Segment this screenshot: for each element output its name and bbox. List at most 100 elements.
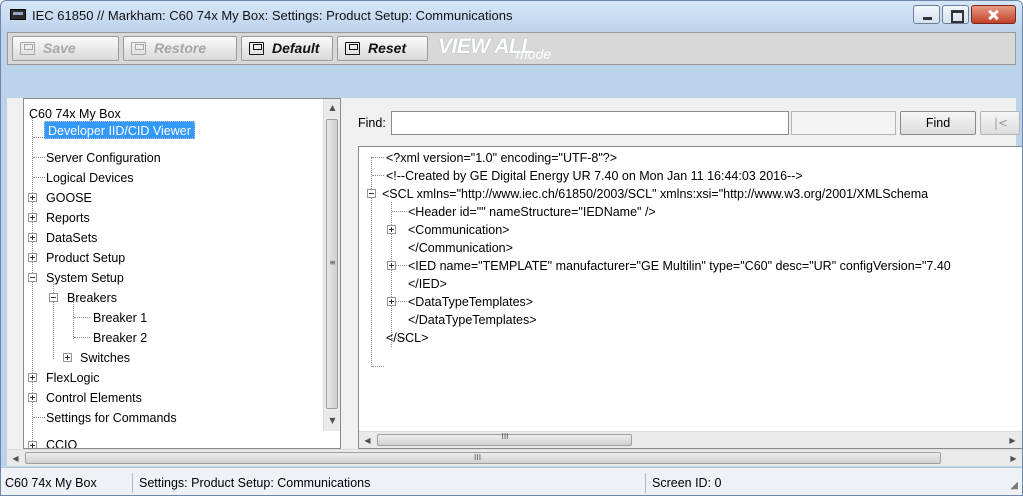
close-button[interactable] bbox=[971, 5, 1016, 24]
scroll-grip-icon: III bbox=[501, 432, 509, 441]
xml-line: </Communication> bbox=[408, 241, 513, 255]
tree-line bbox=[74, 337, 90, 338]
reset-button[interactable]: Reset bbox=[337, 36, 428, 61]
tree-item-system-setup[interactable]: System Setup bbox=[46, 269, 124, 287]
tree-item-settings-for-commands[interactable]: Settings for Commands bbox=[46, 409, 177, 427]
title-bar[interactable]: IEC 61850 // Markham: C60 74x My Box: Se… bbox=[1, 1, 1022, 32]
toolbar: Save Restore Default Reset VIEW ALL mode bbox=[7, 32, 1016, 65]
collapse-system-setup-icon[interactable] bbox=[28, 273, 37, 282]
status-device: C60 74x My Box bbox=[5, 473, 133, 493]
tree-item-control-elements[interactable]: Control Elements bbox=[46, 389, 142, 407]
scroll-grip-icon: III bbox=[474, 453, 482, 462]
xml-line: <Communication> bbox=[408, 223, 510, 237]
xml-line: </IED> bbox=[408, 277, 447, 291]
window-title: IEC 61850 // Markham: C60 74x My Box: Se… bbox=[32, 8, 513, 23]
xml-line: <SCL xmlns="http://www.iec.ch/61850/2003… bbox=[382, 187, 929, 201]
restore-label: Restore bbox=[154, 40, 207, 56]
xml-tree-line bbox=[372, 175, 384, 176]
xml-line: <?xml version="1.0" encoding="UTF-8"?> bbox=[386, 151, 618, 165]
tree-item-breakers[interactable]: Breakers bbox=[67, 289, 117, 307]
save-icon bbox=[20, 42, 35, 55]
expand-goose-icon[interactable] bbox=[28, 193, 37, 202]
xml-line: </SCL> bbox=[386, 331, 429, 345]
tree-line bbox=[53, 279, 54, 359]
expand-switches-icon[interactable] bbox=[63, 353, 72, 362]
find-first-label: |< bbox=[994, 116, 1009, 130]
minimize-button[interactable] bbox=[913, 5, 940, 24]
scroll-left-icon[interactable]: ◀ bbox=[7, 450, 24, 467]
find-button[interactable]: Find bbox=[900, 111, 976, 135]
view-all-mode-label: mode bbox=[516, 46, 552, 62]
tree-line bbox=[33, 417, 45, 418]
expand-communication-icon[interactable] bbox=[387, 225, 396, 234]
scroll-right-icon[interactable]: ▶ bbox=[1005, 450, 1022, 467]
find-first-button[interactable]: |< bbox=[980, 111, 1020, 135]
tree-item-flexlogic[interactable]: FlexLogic bbox=[46, 369, 100, 387]
tree-item-server-configuration[interactable]: Server Configuration bbox=[46, 149, 161, 167]
save-button[interactable]: Save bbox=[12, 36, 119, 61]
scroll-right-icon[interactable]: ▶ bbox=[1004, 432, 1021, 448]
tree-item-breaker-1[interactable]: Breaker 1 bbox=[93, 309, 147, 327]
tree-item-switches[interactable]: Switches bbox=[80, 349, 130, 367]
tree-item-ccio[interactable]: CCIO bbox=[46, 436, 77, 448]
xml-viewer[interactable]: <?xml version="1.0" encoding="UTF-8"?> <… bbox=[358, 146, 1022, 449]
maximize-button[interactable] bbox=[942, 5, 969, 24]
xml-tree-line bbox=[391, 202, 392, 347]
expand-flexlogic-icon[interactable] bbox=[28, 373, 37, 382]
tree-vertical-scrollbar[interactable]: ▲ ≡ ▼ bbox=[323, 99, 340, 431]
app-window: IEC 61850 // Markham: C60 74x My Box: Se… bbox=[0, 0, 1023, 496]
find-button-label: Find bbox=[925, 116, 951, 130]
window-scroll-thumb[interactable] bbox=[25, 452, 941, 464]
xml-tree-line bbox=[392, 211, 407, 212]
reset-label: Reset bbox=[368, 40, 407, 56]
tree-item-product-setup[interactable]: Product Setup bbox=[46, 249, 125, 267]
default-button[interactable]: Default bbox=[241, 36, 333, 61]
scroll-left-icon[interactable]: ◀ bbox=[359, 432, 376, 448]
xml-line: <DataTypeTemplates> bbox=[408, 295, 534, 309]
expand-control-elements-icon[interactable] bbox=[28, 393, 37, 402]
restore-icon bbox=[131, 42, 146, 55]
xml-line: <!--Created by GE Digital Energy UR 7.40… bbox=[386, 169, 803, 183]
status-bar: C60 74x My Box Settings: Product Setup: … bbox=[1, 467, 1022, 495]
xml-tree-line bbox=[372, 366, 384, 367]
resize-grip-icon[interactable]: ◢ bbox=[1010, 480, 1018, 491]
scroll-down-icon[interactable]: ▼ bbox=[324, 412, 340, 429]
find-label: Find: bbox=[358, 116, 386, 130]
xml-line: <Header id="" nameStructure="IEDName" /> bbox=[408, 205, 656, 219]
window-horizontal-scrollbar[interactable]: ◀ III ▶ bbox=[7, 449, 1022, 467]
find-secondary-field[interactable] bbox=[791, 111, 896, 135]
xml-horizontal-scrollbar[interactable]: ◀ III ▶ bbox=[359, 431, 1022, 448]
restore-button[interactable]: Restore bbox=[123, 36, 237, 61]
default-label: Default bbox=[272, 40, 320, 56]
expand-ccio-icon[interactable] bbox=[28, 441, 37, 448]
find-input[interactable] bbox=[391, 111, 789, 135]
tree-item-breaker-2[interactable]: Breaker 2 bbox=[93, 329, 147, 347]
collapse-scl-icon[interactable] bbox=[367, 189, 376, 198]
app-window-icon bbox=[10, 9, 26, 20]
settings-tree[interactable]: C60 74x My Box Developer IID/CID Viewer … bbox=[23, 98, 341, 449]
view-all-mode-indicator: VIEW ALL mode bbox=[438, 35, 551, 63]
tree-item-datasets[interactable]: DataSets bbox=[46, 229, 97, 247]
status-screen-id: Screen ID: 0 bbox=[652, 476, 722, 490]
status-path: Settings: Product Setup: Communications bbox=[139, 473, 646, 493]
xml-line: </DataTypeTemplates> bbox=[408, 313, 537, 327]
tree-line bbox=[74, 317, 90, 318]
expand-datasets-icon[interactable] bbox=[28, 233, 37, 242]
collapse-breakers-icon[interactable] bbox=[49, 293, 58, 302]
save-label: Save bbox=[43, 40, 76, 56]
default-icon bbox=[249, 42, 264, 55]
tree-line bbox=[33, 177, 45, 178]
caption-buttons bbox=[911, 5, 1016, 24]
expand-datatypetemplates-icon[interactable] bbox=[387, 297, 396, 306]
scroll-up-icon[interactable]: ▲ bbox=[324, 99, 340, 116]
reset-icon bbox=[345, 42, 360, 55]
tree-item-reports[interactable]: Reports bbox=[46, 209, 90, 227]
tree-item-logical-devices[interactable]: Logical Devices bbox=[46, 169, 134, 187]
tree-line bbox=[33, 157, 45, 158]
expand-ied-icon[interactable] bbox=[387, 261, 396, 270]
scroll-grip-icon: ≡ bbox=[329, 258, 336, 267]
tree-item-goose[interactable]: GOOSE bbox=[46, 189, 92, 207]
expand-product-setup-icon[interactable] bbox=[28, 253, 37, 262]
tree-item-developer-iid-cid-viewer[interactable]: Developer IID/CID Viewer bbox=[44, 121, 195, 139]
expand-reports-icon[interactable] bbox=[28, 213, 37, 222]
